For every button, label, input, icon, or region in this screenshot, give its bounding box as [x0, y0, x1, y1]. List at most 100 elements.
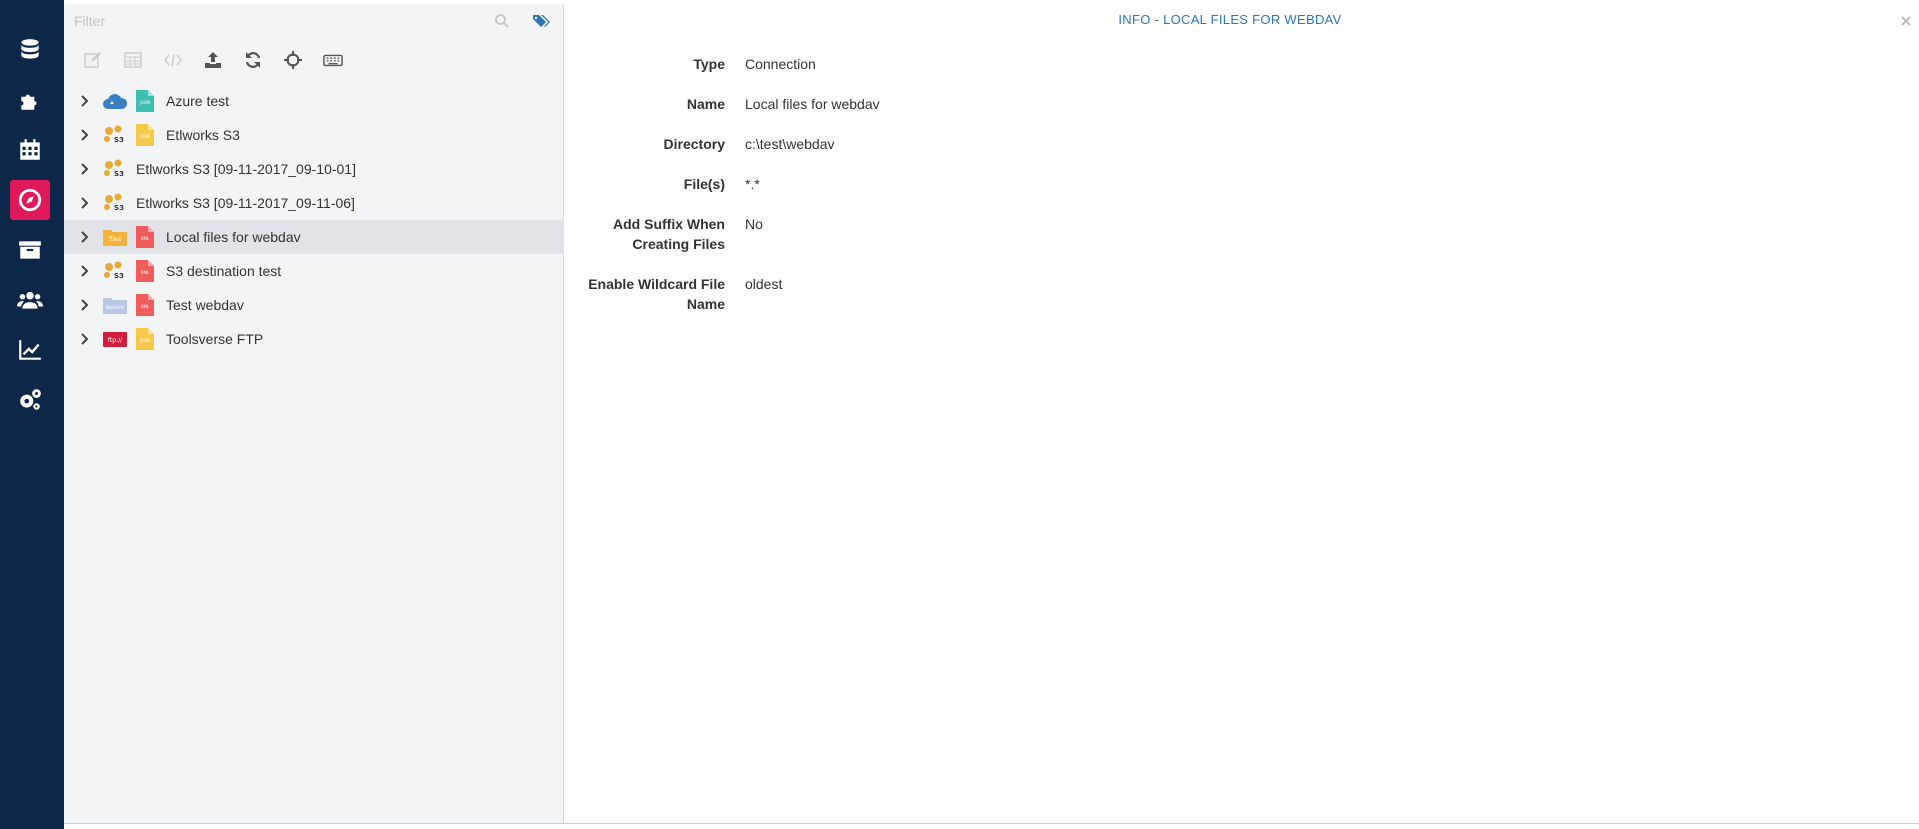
nav-statistics[interactable] — [10, 330, 50, 370]
tree-row[interactable]: S3 Etlworks S3 [09-11-2017_09-11-06] — [64, 186, 564, 220]
filter-row — [64, 4, 564, 40]
nav-schedules[interactable] — [10, 130, 50, 170]
tree-row-label: Etlworks S3 [09-11-2017_09-10-01] — [136, 161, 356, 177]
nav-formats[interactable] — [10, 80, 50, 120]
property-key: File(s) — [683, 176, 725, 192]
xml-label: XML — [141, 304, 150, 309]
property-key: Enable Wildcard File Name — [588, 276, 725, 312]
xml-label: XML — [141, 270, 150, 275]
json-file-icon: JSON — [136, 124, 154, 146]
json-file-icon: JSON — [136, 328, 154, 350]
property-value: No — [745, 216, 763, 232]
gears-icon — [20, 389, 41, 410]
chevron-right-icon[interactable] — [78, 298, 92, 312]
tree-row[interactable]: S3 XML S3 destination test — [64, 254, 564, 288]
chevron-right-icon[interactable] — [78, 94, 92, 108]
s3-label: S3 — [114, 136, 124, 144]
tree-toolbar — [80, 48, 360, 72]
refresh-button[interactable] — [240, 48, 266, 72]
ftp-label: ftp:// — [108, 337, 123, 344]
code-button[interactable] — [160, 48, 186, 72]
edit-icon — [84, 52, 101, 68]
database-icon — [21, 39, 39, 59]
property-key: Add Suffix When Creating Files — [613, 216, 725, 252]
tree-row-label: S3 destination test — [166, 263, 282, 279]
ftp-icon: ftp:// — [102, 328, 128, 350]
nav-users[interactable] — [10, 280, 50, 320]
property-value: oldest — [745, 276, 783, 292]
nav-explorer[interactable] — [10, 180, 50, 220]
xml-file-icon: XML — [136, 226, 154, 248]
filter-input[interactable] — [74, 10, 474, 32]
property-row: Type Connection — [565, 54, 880, 74]
tags-icon[interactable] — [532, 13, 550, 29]
tree-row-label: Etlworks S3 — [166, 127, 240, 143]
calendar-icon — [20, 139, 40, 160]
tree-row[interactable]: WebDAV XML Test webdav — [64, 288, 564, 322]
tree-row[interactable]: S3 JSON Etlworks S3 — [64, 118, 564, 152]
properties-list: Type Connection Name Local files for web… — [565, 54, 880, 334]
chevron-right-icon[interactable] — [78, 162, 92, 176]
tree-row-selected[interactable]: files XML Local files for webdav — [64, 220, 564, 254]
users-icon — [17, 291, 43, 309]
chevron-right-icon[interactable] — [78, 230, 92, 244]
s3-icon: S3 — [102, 124, 128, 146]
nav-connections[interactable] — [10, 30, 50, 70]
property-row: Enable Wildcard File Name oldest — [565, 274, 880, 314]
s3-label: S3 — [114, 170, 124, 178]
property-row: File(s) *.* — [565, 174, 880, 194]
json-label: JSON — [139, 100, 150, 105]
nav-settings[interactable] — [10, 380, 50, 420]
property-value: c:\test\webdav — [745, 136, 835, 152]
json-label: JSON — [139, 338, 150, 343]
upload-button[interactable] — [200, 48, 226, 72]
puzzle-icon — [21, 94, 37, 110]
tree-row-label: Test webdav — [166, 297, 244, 313]
keyboard-icon — [323, 54, 343, 67]
search-icon[interactable] — [494, 13, 510, 29]
tree-row[interactable]: JSON Azure test — [64, 84, 564, 118]
tree-row[interactable]: S3 Etlworks S3 [09-11-2017_09-10-01] — [64, 152, 564, 186]
s3-icon: S3 — [102, 158, 128, 180]
xml-file-icon: XML — [136, 260, 154, 282]
table-button[interactable] — [120, 48, 146, 72]
chevron-right-icon[interactable] — [78, 332, 92, 346]
s3-icon: S3 — [102, 192, 128, 214]
property-value: Connection — [745, 56, 816, 72]
close-icon[interactable] — [1899, 14, 1913, 28]
property-key: Directory — [663, 136, 725, 152]
nav-archive[interactable] — [10, 230, 50, 270]
edit-button[interactable] — [80, 48, 106, 72]
keyboard-button[interactable] — [320, 48, 346, 72]
tree-row-label: Etlworks S3 [09-11-2017_09-11-06] — [136, 195, 355, 211]
file-system-icon: files — [102, 226, 128, 248]
chevron-right-icon[interactable] — [78, 196, 92, 210]
s3-icon: S3 — [102, 260, 128, 282]
property-row: Name Local files for webdav — [565, 94, 880, 114]
table-icon — [124, 52, 142, 68]
tree-row-label: Local files for webdav — [166, 229, 301, 245]
files-label: files — [109, 236, 121, 243]
connection-tree: JSON Azure test S3 JSON Etlworks S3 S3 E… — [64, 84, 564, 356]
info-title: INFO - LOCAL FILES FOR WEBDAV — [1118, 12, 1342, 27]
xml-file-icon: XML — [136, 294, 154, 316]
xml-label: XML — [141, 236, 150, 241]
json-label: JSON — [139, 134, 150, 139]
tree-row-label: Toolsverse FTP — [166, 331, 264, 347]
chevron-right-icon[interactable] — [78, 264, 92, 278]
locate-button[interactable] — [280, 48, 306, 72]
property-value: Local files for webdav — [745, 96, 880, 112]
s3-label: S3 — [114, 272, 124, 280]
s3-label: S3 — [114, 204, 124, 212]
property-value: *.* — [745, 176, 760, 192]
upload-icon — [205, 52, 221, 68]
chart-line-icon — [19, 340, 41, 360]
tree-row[interactable]: ftp:// JSON Toolsverse FTP — [64, 322, 564, 356]
chevron-right-icon[interactable] — [78, 128, 92, 142]
webdav-label: WebDAV — [105, 305, 125, 311]
left-nav — [0, 0, 64, 829]
bottom-divider — [64, 823, 1919, 824]
compass-icon — [18, 188, 42, 212]
code-icon — [163, 53, 183, 67]
json-file-icon: JSON — [136, 90, 154, 112]
